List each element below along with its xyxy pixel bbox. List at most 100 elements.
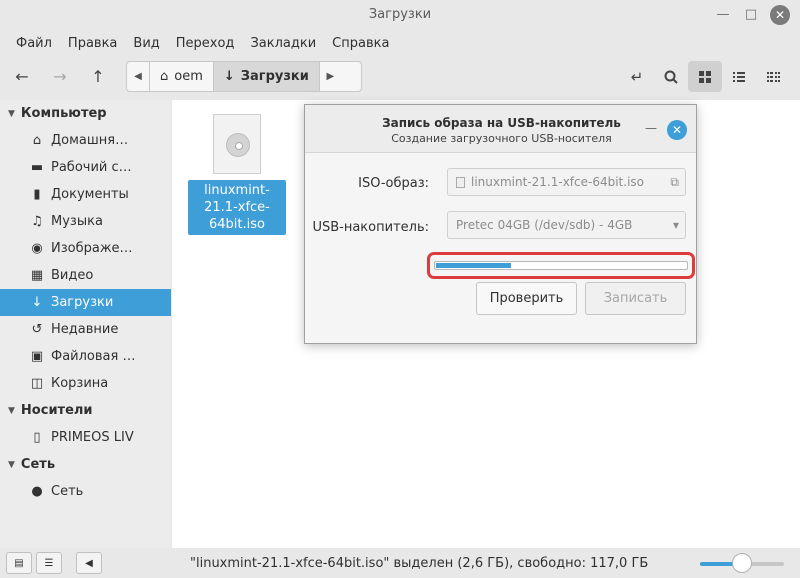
toggle-location-icon[interactable]: ↵ (620, 61, 654, 92)
film-icon: ▦ (30, 268, 44, 283)
sidebar-item-label: Документы (51, 187, 129, 202)
progress-highlight (427, 252, 695, 279)
camera-icon: ◉ (31, 241, 43, 256)
section-label: Сеть (20, 457, 56, 472)
sidebar-item-downloads[interactable]: ↓ Загрузки (0, 289, 171, 316)
expand-triangle-icon: ▼ (8, 108, 15, 119)
sidebar-section-computer[interactable]: ▼ Компьютер (0, 100, 171, 127)
sidebar-section-network[interactable]: ▼ Сеть (0, 451, 171, 478)
usb-device-select[interactable]: Pretec 04GB (/dev/sdb) - 4GB ▾ (447, 211, 686, 239)
path-right-icon[interactable]: ▶ (318, 62, 341, 91)
sidebar-item-label: Загрузки (51, 295, 114, 310)
crumb-label: Загрузки (240, 69, 309, 84)
view-buttons: ↵ (620, 61, 790, 92)
usb-value: Pretec 04GB (/dev/sdb) - 4GB (456, 218, 633, 232)
crumb-home[interactable]: ⌂ oem (149, 62, 213, 91)
menu-view[interactable]: Вид (125, 36, 167, 51)
path-bar: ◀ ⌂ oem ↓ Загрузки ▶ (126, 61, 362, 92)
music-icon: ♫ (31, 214, 43, 229)
sidebar-item-label: Изображе… (51, 241, 133, 256)
sidebar-item-usb[interactable]: ▯ PRIMEOS LIV (0, 424, 171, 451)
tree-pane-icon[interactable]: ☰ (36, 552, 62, 574)
dialog-title: Запись образа на USB-накопитель (382, 116, 621, 130)
download-icon: ↓ (223, 69, 235, 84)
sidebar-item-pictures[interactable]: ◉ Изображе… (0, 235, 171, 262)
sidebar-item-music[interactable]: ♫ Музыка (0, 208, 171, 235)
expand-triangle-icon: ▼ (8, 459, 15, 470)
crumb-downloads[interactable]: ↓ Загрузки (212, 62, 319, 91)
zoom-handle[interactable] (732, 553, 752, 573)
maximize-icon[interactable]: □ (742, 6, 760, 24)
disc-image-icon[interactable] (213, 114, 261, 174)
sidebar-item-label: Домашня… (51, 133, 129, 148)
file-name-label[interactable]: linuxmint-21.1-xfce-64bit.iso (188, 180, 286, 235)
sidebar-item-videos[interactable]: ▦ Видео (0, 262, 171, 289)
sidebar-item-home[interactable]: ⌂ Домашня… (0, 127, 171, 154)
close-icon[interactable]: ✕ (667, 120, 687, 140)
sidebar-item-filesystem[interactable]: ▣ Файловая … (0, 343, 171, 370)
home-icon: ⌂ (32, 133, 42, 148)
section-label: Компьютер (20, 106, 107, 121)
back-arrow-icon[interactable]: ← (6, 60, 38, 92)
dialog-header: Запись образа на USB-накопитель Создание… (305, 105, 696, 153)
menu-file[interactable]: Файл (8, 36, 60, 51)
chevron-down-icon: ▾ (672, 218, 679, 232)
sidebar-item-label: Сеть (51, 484, 84, 499)
close-window-icon[interactable]: ✕ (770, 5, 790, 25)
sidebar: ▼ Компьютер ⌂ Домашня… ▬ Рабочий с… ▮ Докум… (0, 100, 171, 548)
file-icon (456, 176, 465, 188)
minimize-icon[interactable]: — (645, 122, 657, 134)
compact-view-icon[interactable] (756, 61, 790, 92)
document-icon: ▮ (33, 187, 41, 202)
hide-sidebar-icon[interactable]: ◀ (76, 552, 102, 574)
sidebar-item-label: Файловая … (51, 349, 136, 364)
desktop-icon: ▬ (30, 160, 44, 175)
section-label: Носители (20, 403, 93, 418)
icon-view-icon[interactable] (688, 61, 722, 92)
disc-icon (226, 133, 250, 157)
sidebar-item-network[interactable]: ● Сеть (0, 478, 171, 505)
write-button[interactable]: Записать (585, 282, 686, 315)
usb-drive-icon: ▯ (33, 430, 41, 445)
places-pane-icon[interactable]: ▤ (6, 552, 32, 574)
list-view-icon[interactable] (722, 61, 756, 92)
sidebar-item-desktop[interactable]: ▬ Рабочий с… (0, 154, 171, 181)
menu-edit[interactable]: Правка (60, 36, 125, 51)
sidebar-item-label: Недавние (51, 322, 119, 337)
open-file-icon: ⧉ (670, 175, 679, 189)
menu-bookmarks[interactable]: Закладки (242, 36, 324, 51)
menu-go[interactable]: Переход (168, 36, 243, 51)
sidebar-item-label: Музыка (51, 214, 103, 229)
forward-arrow-icon[interactable]: → (44, 60, 76, 92)
toolbar: ← → ↑ ◀ ⌂ oem ↓ Загрузки ▶ ↵ (0, 56, 800, 98)
progress-fill (436, 263, 511, 268)
status-text: "linuxmint-21.1-xfce-64bit.iso" выделен … (190, 556, 649, 571)
sidebar-item-label: Видео (51, 268, 94, 283)
sidebar-item-recent[interactable]: ↺ Недавние (0, 316, 171, 343)
sidebar-item-documents[interactable]: ▮ Документы (0, 181, 171, 208)
up-arrow-icon[interactable]: ↑ (82, 60, 114, 92)
home-icon: ⌂ (160, 69, 169, 84)
network-icon: ● (31, 484, 43, 499)
sidebar-item-label: Корзина (51, 376, 109, 391)
minimize-icon[interactable]: — (714, 6, 732, 24)
crumb-label: oem (174, 69, 203, 84)
title-bar: Загрузки — □ ✕ (0, 0, 800, 30)
sidebar-item-label: Рабочий с… (51, 160, 132, 175)
download-icon: ↓ (31, 295, 43, 310)
usb-writer-dialog: Запись образа на USB-накопитель Создание… (304, 104, 697, 344)
usb-label: USB-накопитель: (312, 220, 429, 235)
search-icon[interactable] (654, 61, 688, 92)
status-bar: ▤ ☰ ◀ "linuxmint-21.1-xfce-64bit.iso" вы… (0, 548, 800, 578)
iso-file-chooser[interactable]: linuxmint-21.1-xfce-64bit.iso ⧉ (447, 168, 686, 196)
path-left-icon[interactable]: ◀ (127, 62, 149, 91)
sidebar-item-trash[interactable]: ◫ Корзина (0, 370, 171, 397)
sidebar-section-devices[interactable]: ▼ Носители (0, 397, 171, 424)
iso-value: linuxmint-21.1-xfce-64bit.iso (471, 175, 644, 189)
expand-triangle-icon: ▼ (8, 405, 15, 416)
window-title: Загрузки (368, 7, 432, 22)
dialog-subtitle: Создание загрузочного USB-носителя (391, 132, 612, 145)
verify-button[interactable]: Проверить (476, 282, 577, 315)
menu-bar: Файл Правка Вид Переход Закладки Справка (0, 30, 800, 56)
menu-help[interactable]: Справка (324, 36, 397, 51)
